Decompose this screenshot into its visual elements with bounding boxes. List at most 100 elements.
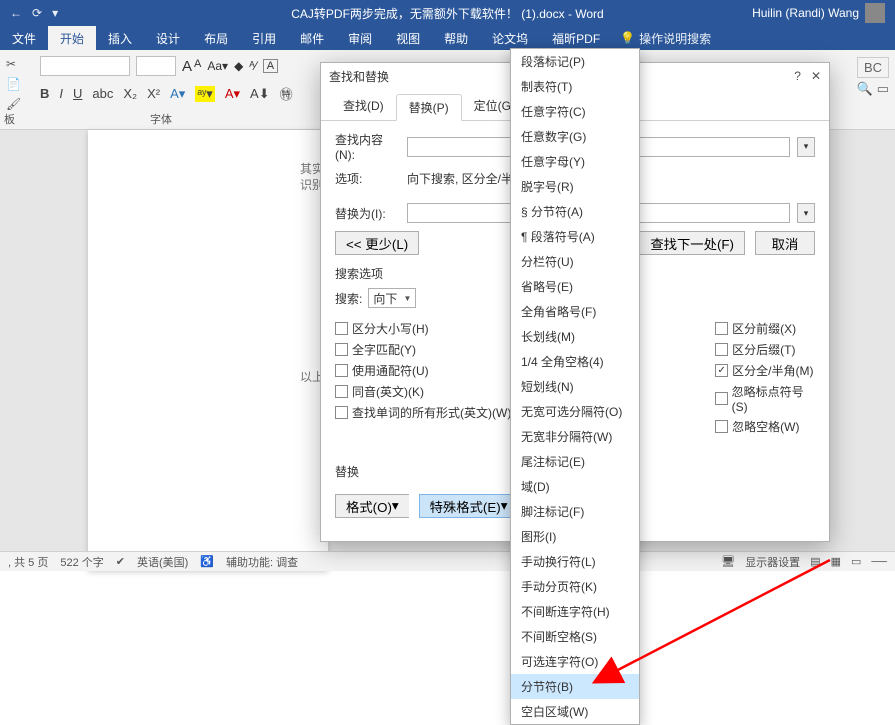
check-prefix[interactable]: 区分前缀(X): [732, 320, 796, 337]
grow-shrink-font[interactable]: A A: [182, 58, 201, 75]
checkbox[interactable]: [335, 406, 348, 419]
checkbox[interactable]: [335, 322, 348, 335]
format-split-button[interactable]: 格式(O) ▾: [335, 494, 409, 518]
menu-item[interactable]: 制表符(T): [511, 74, 639, 99]
menu-item[interactable]: 全角省略号(F): [511, 299, 639, 324]
tab-help[interactable]: 帮助: [432, 26, 480, 50]
style-gallery-icon[interactable]: BC: [857, 57, 889, 78]
qat-redo-icon[interactable]: ⟳: [32, 6, 42, 20]
subscript-icon[interactable]: X₂: [123, 86, 137, 101]
menu-item[interactable]: 分节符(B): [511, 674, 639, 699]
checkbox[interactable]: [715, 343, 728, 356]
menu-item[interactable]: 分栏符(U): [511, 249, 639, 274]
change-case-icon[interactable]: Aa▾: [207, 59, 228, 73]
checkbox[interactable]: [715, 420, 728, 433]
format-button[interactable]: 格式(O) ▾: [335, 494, 409, 518]
bold-button[interactable]: B: [40, 86, 49, 101]
strikethrough-icon[interactable]: abc: [92, 86, 113, 101]
cancel-button[interactable]: 取消: [755, 231, 815, 255]
enclose-char-icon[interactable]: ㊕: [280, 84, 293, 103]
superscript-icon[interactable]: X²: [147, 86, 160, 101]
language[interactable]: 英语(美国): [137, 554, 188, 570]
help-icon[interactable]: ?: [794, 69, 801, 83]
checkbox[interactable]: [335, 364, 348, 377]
check-sounds-like[interactable]: 同音(英文)(K): [352, 383, 424, 400]
accessibility[interactable]: 辅助功能: 调查: [226, 554, 298, 570]
word-count[interactable]: 522 个字: [60, 554, 103, 570]
close-icon[interactable]: ✕: [811, 69, 821, 83]
check-wildcards[interactable]: 使用通配符(U): [352, 362, 429, 379]
font-color-icon[interactable]: A▾: [225, 86, 240, 102]
page-count[interactable]: , 共 5 页: [8, 554, 48, 570]
tab-addin2[interactable]: 福昕PDF: [540, 26, 612, 50]
less-button[interactable]: << 更少(L): [335, 231, 419, 255]
display-settings[interactable]: 显示器设置: [745, 554, 800, 570]
tab-layout[interactable]: 布局: [192, 26, 240, 50]
italic-button[interactable]: I: [59, 86, 63, 101]
find-dropdown-icon[interactable]: ▾: [797, 137, 815, 157]
view-read-icon[interactable]: ▤: [810, 555, 820, 568]
cut-icon[interactable]: ✂: [6, 56, 27, 72]
check-suffix[interactable]: 区分后缀(T): [732, 341, 795, 358]
tab-replace[interactable]: 替换(P): [396, 94, 462, 121]
font-name-combo[interactable]: [40, 56, 130, 76]
check-ignore-punct[interactable]: 忽略标点符号(S): [732, 383, 815, 414]
menu-item[interactable]: 手动分页符(K): [511, 574, 639, 599]
check-match-case[interactable]: 区分大小写(H): [352, 320, 429, 337]
tab-design[interactable]: 设计: [144, 26, 192, 50]
clear-formatting-icon[interactable]: ◆: [234, 59, 243, 73]
check-whole-word[interactable]: 全字匹配(Y): [352, 341, 416, 358]
menu-item[interactable]: 任意字母(Y): [511, 149, 639, 174]
menu-item[interactable]: 任意字符(C): [511, 99, 639, 124]
accessibility-icon[interactable]: ♿: [200, 555, 214, 568]
check-ignore-space[interactable]: 忽略空格(W): [732, 418, 799, 435]
tab-addin1[interactable]: 论文坞: [480, 26, 540, 50]
menu-item[interactable]: 图形(I): [511, 524, 639, 549]
display-settings-icon[interactable]: 🖥: [721, 555, 735, 568]
menu-item[interactable]: 无宽可选分隔符(O): [511, 399, 639, 424]
replace-dropdown-icon[interactable]: ▾: [797, 203, 815, 223]
shrink-font-icon[interactable]: A: [194, 58, 201, 75]
menu-item[interactable]: 不间断空格(S): [511, 624, 639, 649]
tab-mailings[interactable]: 邮件: [288, 26, 336, 50]
tab-review[interactable]: 审阅: [336, 26, 384, 50]
tab-view[interactable]: 视图: [384, 26, 432, 50]
menu-item[interactable]: 域(D): [511, 474, 639, 499]
tab-find[interactable]: 查找(D): [331, 93, 396, 120]
editing-select-icon[interactable]: ▭: [877, 81, 889, 96]
user-area[interactable]: Huilin (Randi) Wang: [752, 3, 885, 23]
search-direction-select[interactable]: 向下: [368, 288, 416, 308]
checkbox[interactable]: [715, 322, 728, 335]
check-all-forms[interactable]: 查找单词的所有形式(英文)(W): [352, 404, 511, 421]
document-page[interactable]: [88, 130, 328, 570]
checkbox[interactable]: [335, 343, 348, 356]
menu-item[interactable]: 短划线(N): [511, 374, 639, 399]
tab-references[interactable]: 引用: [240, 26, 288, 50]
highlight-icon[interactable]: ᵃʸ▾: [195, 86, 215, 102]
qat-back-icon[interactable]: ←: [10, 6, 22, 20]
menu-item[interactable]: 尾注标记(E): [511, 449, 639, 474]
char-shading-icon[interactable]: A⬇: [250, 86, 270, 102]
qat-more-icon[interactable]: ▾: [52, 6, 58, 20]
menu-item[interactable]: 可选连字符(O): [511, 649, 639, 674]
tell-me-search[interactable]: 💡 操作说明搜索: [620, 26, 711, 50]
font-size-combo[interactable]: [136, 56, 176, 76]
menu-item[interactable]: 脚注标记(F): [511, 499, 639, 524]
menu-item[interactable]: 手动换行符(L): [511, 549, 639, 574]
copy-icon[interactable]: 📄: [6, 76, 27, 92]
menu-item[interactable]: 段落标记(P): [511, 49, 639, 74]
special-format-menu[interactable]: 段落标记(P)制表符(T)任意字符(C)任意数字(G)任意字母(Y)脱字号(R)…: [510, 48, 640, 725]
spell-check-icon[interactable]: ✔: [116, 555, 125, 568]
grow-font-icon[interactable]: A: [182, 58, 192, 75]
view-web-icon[interactable]: ▭: [851, 555, 861, 568]
zoom-slider[interactable]: ──: [871, 556, 887, 568]
tab-file[interactable]: 文件: [0, 26, 48, 50]
menu-item[interactable]: 无宽非分隔符(W): [511, 424, 639, 449]
menu-item[interactable]: 长划线(M): [511, 324, 639, 349]
tab-insert[interactable]: 插入: [96, 26, 144, 50]
checkbox-checked[interactable]: ✓: [715, 364, 728, 377]
menu-item[interactable]: 1/4 全角空格(4): [511, 349, 639, 374]
checkbox[interactable]: [335, 385, 348, 398]
menu-item[interactable]: 不间断连字符(H): [511, 599, 639, 624]
menu-item[interactable]: ¶ 段落符号(A): [511, 224, 639, 249]
